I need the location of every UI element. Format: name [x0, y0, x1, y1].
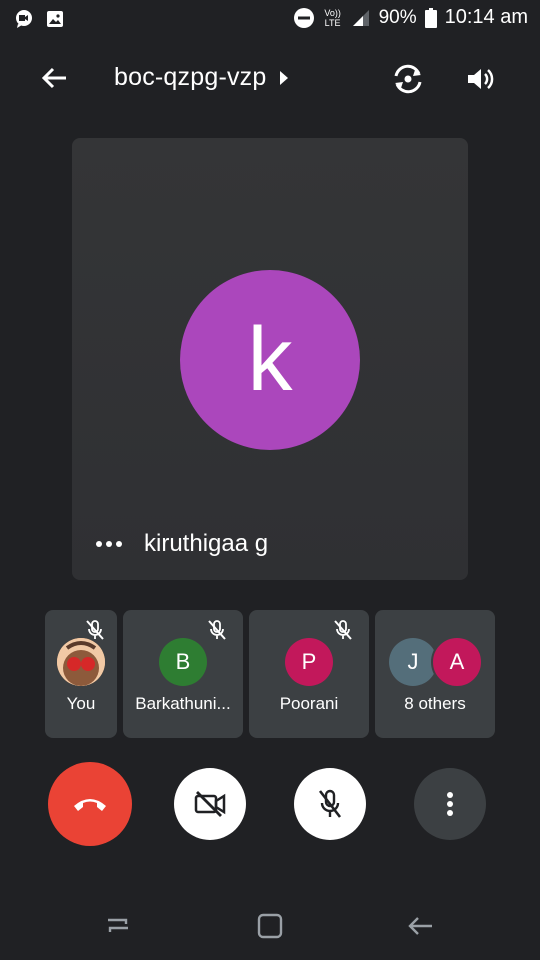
main-avatar-initial: k [247, 309, 293, 410]
back-arrow-icon [41, 67, 66, 89]
android-nav-bar [0, 892, 540, 960]
more-horiz-icon [96, 541, 102, 547]
main-avatar: k [180, 270, 360, 450]
home-button[interactable] [250, 908, 290, 944]
mic-off-icon [334, 620, 352, 640]
top-bar: boc-qzpg-vzp [0, 50, 540, 106]
audio-output-button[interactable] [460, 59, 500, 99]
call-controls [0, 762, 540, 848]
mic-toggle-button[interactable] [294, 768, 366, 840]
participant-label: Barkathuni... [135, 694, 231, 713]
participant-options-button[interactable] [96, 541, 122, 547]
more-options-button[interactable] [414, 768, 486, 840]
back-nav-button[interactable] [400, 908, 440, 944]
avatar: A [431, 636, 483, 688]
participant-tile-b[interactable]: B Barkathuni... [123, 610, 243, 738]
participant-tile-you[interactable]: You [45, 610, 117, 738]
meet-notification-icon [14, 9, 34, 29]
battery-percent: 90% [378, 6, 417, 28]
camera-toggle-button[interactable] [174, 768, 246, 840]
gallery-icon [46, 9, 64, 29]
chevron-right-icon [280, 70, 289, 85]
avatar: J [389, 638, 437, 686]
speaker-icon [468, 69, 494, 89]
avatar: B [159, 638, 207, 686]
switch-camera-icon [394, 64, 422, 94]
main-participant-name: kiruthigaa g [144, 530, 269, 557]
battery-icon [424, 7, 437, 28]
participant-label: 8 others [404, 694, 466, 713]
video-off-icon [194, 791, 226, 817]
back-nav-icon [408, 917, 432, 935]
you-avatar-photo [57, 638, 105, 686]
signal-icon [351, 9, 371, 27]
participant-tile-p[interactable]: P Poorani [249, 610, 369, 738]
end-call-button[interactable] [48, 762, 132, 846]
recents-button[interactable] [98, 908, 138, 944]
participant-label: Poorani [279, 694, 339, 713]
switch-camera-button[interactable] [388, 59, 428, 99]
recents-icon [108, 918, 128, 932]
dnd-icon [293, 7, 315, 29]
clock: 10:14 am [444, 6, 528, 28]
home-icon [257, 913, 283, 939]
meeting-details-button[interactable]: boc-qzpg-vzp [114, 63, 289, 92]
back-button[interactable] [36, 62, 72, 94]
participant-label: You [66, 694, 96, 713]
meeting-code: boc-qzpg-vzp [114, 63, 267, 91]
more-vert-icon [447, 792, 453, 816]
network-label: Vo)) LTE [324, 7, 341, 28]
mic-off-icon [208, 620, 226, 640]
main-participant-tile[interactable]: k kiruthigaa g [72, 138, 468, 580]
avatar: P [285, 638, 333, 686]
end-call-icon [74, 799, 106, 811]
participant-tile-others[interactable]: J A 8 others [375, 610, 495, 738]
mic-off-icon [318, 789, 342, 818]
status-bar: Vo)) LTE 90% 10:14 am [0, 0, 540, 36]
